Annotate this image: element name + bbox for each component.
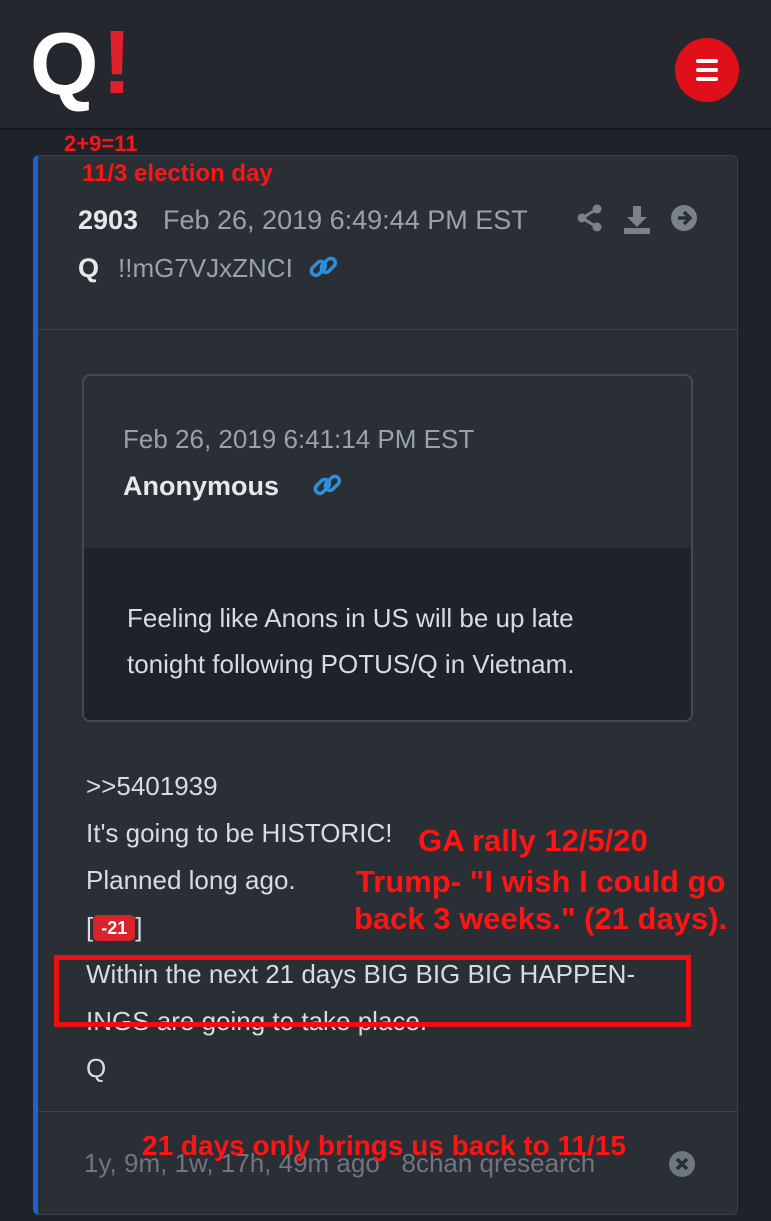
bracket-close: ] <box>135 912 143 942</box>
logo-exclamation: ! <box>102 13 132 113</box>
arrow-right-icon[interactable] <box>670 204 698 232</box>
logo-q: Q <box>30 14 98 113</box>
annotation-highlight-box <box>54 955 691 1027</box>
share-icon[interactable] <box>576 204 604 232</box>
quoted-post-text-line: Feeling like Anons in US will be up late <box>127 603 574 633</box>
post-date: Feb 26, 2019 6:49:44 PM EST <box>163 205 528 235</box>
quoted-post-date: Feb 26, 2019 6:41:14 PM EST <box>123 424 475 454</box>
bracket-open: [ <box>86 912 94 942</box>
post-author: Q <box>78 253 100 283</box>
hamburger-icon-bar <box>696 68 718 72</box>
hamburger-icon <box>696 59 718 63</box>
download-icon[interactable] <box>622 204 652 234</box>
post-actions <box>576 204 698 234</box>
quoted-post-text-line: tonight following POTUS/Q in Vietnam. <box>127 649 575 679</box>
close-icon[interactable] <box>668 1150 696 1178</box>
post-reference-link[interactable]: >>5401939 <box>86 763 635 810</box>
annotation-rally: GA rally 12/5/20 <box>418 823 648 858</box>
quoted-post: Feb 26, 2019 6:41:14 PM EST Anonymous Fe… <box>82 374 693 722</box>
quoted-post-body: Feeling like Anons in US will be up late… <box>84 548 691 720</box>
post-footer: 1y, 9m, 1w, 17h, 49m ago 8chan qresearch <box>38 1111 737 1221</box>
delta-badge[interactable]: -21 <box>93 915 136 941</box>
post-number[interactable]: 2903 <box>78 205 138 236</box>
app-header: Q ! <box>0 0 771 130</box>
link-icon[interactable] <box>308 252 338 282</box>
link-icon[interactable] <box>312 470 342 500</box>
post-card: 2903 Feb 26, 2019 6:49:44 PM EST Q !!mG7… <box>33 155 738 1215</box>
menu-button[interactable] <box>675 38 739 102</box>
annotation-trump-quote: Trump- "I wish I could go <box>356 864 726 899</box>
quoted-post-author: Anonymous <box>123 471 280 501</box>
hamburger-icon-bar <box>696 77 718 81</box>
site-logo[interactable]: Q ! <box>30 18 140 110</box>
post-signature: Q <box>86 1053 107 1083</box>
annotation-back-three-weeks: back 3 weeks." (21 days). <box>354 901 728 936</box>
annotation-election-day: 11/3 election day <box>82 160 273 187</box>
post-tripcode: !!mG7VJxZNCI <box>118 253 293 283</box>
annotation-bottom-note: 21 days only brings us back to 11/15 <box>142 1130 626 1161</box>
quoted-post-header: Feb 26, 2019 6:41:14 PM EST Anonymous <box>84 376 691 550</box>
annotation-sum: 2+9=11 <box>64 131 138 156</box>
